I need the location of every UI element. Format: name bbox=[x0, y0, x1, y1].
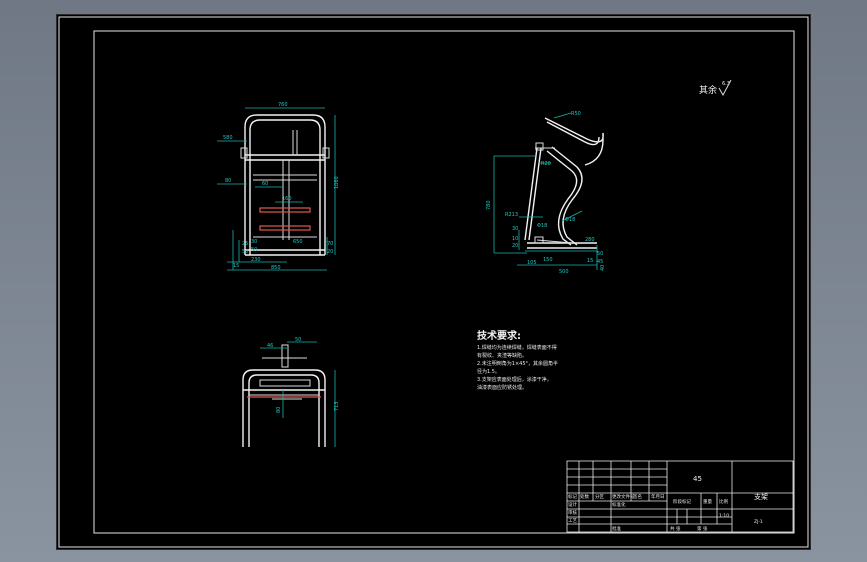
svg-text:50: 50 bbox=[251, 247, 257, 253]
svg-text:50: 50 bbox=[242, 249, 248, 255]
svg-text:设计: 设计 bbox=[568, 501, 577, 508]
svg-text:80: 80 bbox=[276, 407, 282, 413]
cad-viewport[interactable]: 其余 6.3 760 580 1060 60 160 80 650 230 85… bbox=[56, 14, 811, 550]
svg-text:230: 230 bbox=[251, 257, 261, 263]
front-view: 760 580 1060 60 160 80 650 230 850 30 50… bbox=[217, 102, 340, 271]
svg-text:标准化: 标准化 bbox=[612, 501, 626, 508]
svg-text:150: 150 bbox=[543, 257, 553, 263]
svg-text:审核: 审核 bbox=[568, 509, 577, 516]
roughness-note: 其余 6.3 bbox=[699, 79, 732, 97]
svg-text:40: 40 bbox=[600, 265, 606, 271]
svg-text:R50: R50 bbox=[571, 111, 581, 117]
material-text: 45 bbox=[693, 475, 702, 483]
svg-text:780: 780 bbox=[486, 200, 492, 210]
svg-text:20: 20 bbox=[512, 243, 518, 249]
svg-text:R20: R20 bbox=[541, 161, 551, 167]
notes-line: 油漆表面应防锈处理。 bbox=[477, 384, 527, 391]
inner-sheet-border bbox=[93, 30, 795, 534]
drawing-number-text: ZJ-1 bbox=[754, 519, 763, 525]
notes-title: 技术要求: bbox=[477, 329, 521, 342]
svg-text:850: 850 bbox=[271, 265, 281, 271]
notes-line: 径为1.5。 bbox=[477, 368, 500, 375]
svg-text:650: 650 bbox=[293, 239, 303, 245]
roughness-label: 其余 bbox=[699, 84, 717, 96]
notes-line: 有裂纹、夹渣等缺陷。 bbox=[477, 352, 527, 359]
svg-text:25: 25 bbox=[242, 241, 248, 247]
svg-text:15: 15 bbox=[587, 258, 593, 264]
top-view: 46 50 713 80 bbox=[242, 337, 340, 447]
svg-text:60: 60 bbox=[262, 181, 268, 187]
svg-text:46: 46 bbox=[267, 343, 273, 349]
svg-text:20: 20 bbox=[327, 249, 333, 255]
svg-text:105: 105 bbox=[527, 260, 537, 266]
svg-text:70: 70 bbox=[327, 241, 333, 247]
title-block: 45 支架 ZJ-1 1:10 标记 处数 分区 更改文件号 签名 年月日 设计… bbox=[566, 460, 794, 533]
svg-text:80: 80 bbox=[225, 178, 231, 184]
svg-text:160: 160 bbox=[282, 196, 292, 202]
svg-text:Φ18: Φ18 bbox=[537, 223, 547, 229]
side-view: R50 R20 780 R213 Φ18 Φ18 30 105 500 10 2… bbox=[486, 111, 606, 275]
svg-text:阶段标记: 阶段标记 bbox=[673, 498, 691, 505]
title-block-labels: 标记 处数 分区 更改文件号 签名 年月日 设计 审核 工艺 标准化 批准 阶段… bbox=[568, 493, 728, 532]
part-name-text: 支架 bbox=[754, 492, 768, 501]
scale-text: 1:10 bbox=[719, 513, 729, 519]
side-view-dims: R50 R20 780 R213 Φ18 Φ18 30 105 500 10 2… bbox=[486, 111, 606, 275]
svg-text:30: 30 bbox=[251, 239, 257, 245]
notes-line: 2.未注明倒角为1×45°，其余圆角半 bbox=[477, 360, 558, 367]
svg-text:第 张: 第 张 bbox=[697, 525, 708, 532]
technical-requirements: 技术要求: 1.焊缝均为连续焊缝，焊缝表面不得 有裂纹、夹渣等缺陷。 2.未注明… bbox=[477, 329, 558, 391]
svg-text:更改文件号: 更改文件号 bbox=[612, 493, 635, 500]
svg-text:签名: 签名 bbox=[633, 493, 642, 500]
svg-text:500: 500 bbox=[559, 269, 569, 275]
svg-text:45: 45 bbox=[597, 259, 603, 265]
svg-text:分区: 分区 bbox=[595, 493, 604, 500]
svg-text:713: 713 bbox=[334, 401, 340, 411]
svg-text:50: 50 bbox=[295, 337, 301, 343]
notes-line: 1.焊缝均为连续焊缝，焊缝表面不得 bbox=[477, 344, 557, 351]
svg-text:50: 50 bbox=[597, 251, 603, 257]
notes-line: 3.支架应表面处理后，涂漆干净， bbox=[477, 376, 552, 383]
svg-text:年月日: 年月日 bbox=[651, 493, 665, 500]
svg-text:共 张: 共 张 bbox=[670, 525, 681, 532]
svg-text:10: 10 bbox=[512, 236, 518, 242]
svg-text:30: 30 bbox=[512, 226, 518, 232]
svg-text:重量: 重量 bbox=[703, 498, 712, 505]
drawing-canvas: 其余 6.3 760 580 1060 60 160 80 650 230 85… bbox=[58, 16, 809, 548]
svg-text:Φ18: Φ18 bbox=[565, 217, 575, 223]
svg-text:比例: 比例 bbox=[719, 498, 728, 505]
front-view-dims: 760 580 1060 60 160 80 650 230 850 30 50… bbox=[223, 102, 340, 271]
svg-text:R213: R213 bbox=[505, 212, 518, 218]
svg-text:批准: 批准 bbox=[612, 525, 621, 532]
svg-text:580: 580 bbox=[223, 135, 233, 141]
svg-text:处数: 处数 bbox=[580, 493, 589, 500]
svg-text:1060: 1060 bbox=[334, 176, 340, 189]
svg-text:15: 15 bbox=[233, 263, 239, 269]
outer-sheet-border bbox=[58, 16, 809, 548]
svg-text:280: 280 bbox=[585, 237, 595, 243]
svg-text:760: 760 bbox=[278, 102, 288, 108]
svg-text:工艺: 工艺 bbox=[568, 518, 577, 524]
svg-text:标记: 标记 bbox=[568, 493, 577, 500]
